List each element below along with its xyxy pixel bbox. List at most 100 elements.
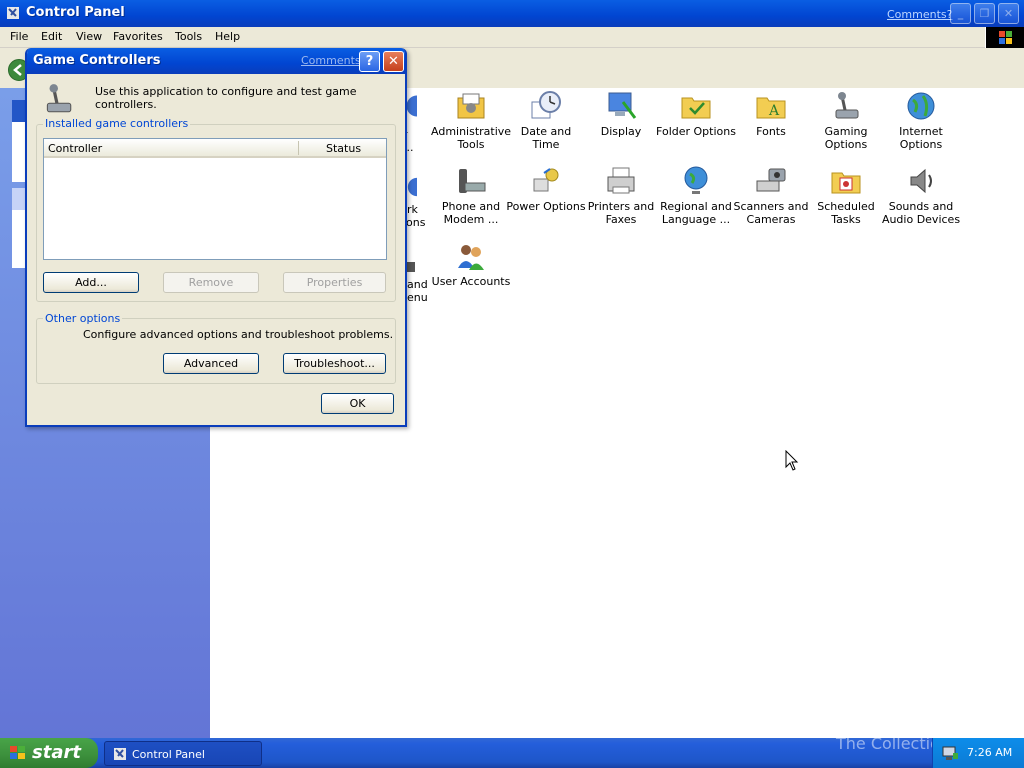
close-icon: ✕ — [1003, 7, 1014, 20]
power-icon — [533, 168, 559, 192]
icon-label: Power Options — [506, 200, 586, 213]
maximize-button[interactable]: ❐ — [974, 3, 995, 24]
icon-label: User Accounts — [431, 275, 511, 288]
main-titlebar[interactable]: Control Panel Comments? _ ❐ ✕ — [0, 0, 1024, 27]
troubleshoot-button[interactable]: Troubleshoot... — [283, 353, 386, 374]
icon-label: Phone and Modem ... — [441, 200, 501, 226]
close-icon: ✕ — [388, 54, 399, 69]
main-window-title: Control Panel — [26, 5, 125, 20]
restore-icon: ❐ — [979, 7, 990, 20]
taskbar-item-label: Control Panel — [132, 748, 205, 761]
fonts-folder-icon: A — [756, 97, 786, 119]
icon-folder-options[interactable]: Folder Options — [656, 90, 736, 138]
users-icon — [458, 245, 484, 270]
icon-printers-and-faxes[interactable]: Printers and Faxes — [581, 165, 661, 226]
properties-button[interactable]: Properties — [283, 272, 386, 293]
control-panel-icon — [7, 7, 19, 19]
icon-user-accounts[interactable]: User Accounts — [431, 240, 511, 288]
advanced-button[interactable]: Advanced — [163, 353, 259, 374]
display-icon — [608, 92, 637, 119]
globe-icon — [907, 92, 935, 120]
menu-bar: File Edit View Favorites Tools Help — [0, 27, 1024, 48]
icon-regional-and-language[interactable]: Regional and Language ... — [656, 165, 736, 226]
icon-phone-and-modem[interactable]: Phone and Modem ... — [431, 165, 511, 226]
clock-icon — [531, 91, 561, 119]
menu-view[interactable]: View — [76, 30, 102, 43]
menu-tools[interactable]: Tools — [175, 30, 202, 43]
icon-label: Printers and Faxes — [587, 200, 655, 226]
clock[interactable]: 7:26 AM — [967, 746, 1012, 759]
icon-label: Folder Options — [656, 125, 736, 138]
network-icon[interactable] — [941, 745, 959, 761]
icon-label: Date and Time — [520, 125, 572, 151]
list-header: Controller Status — [44, 139, 386, 158]
partial-label: rk — [407, 203, 418, 216]
windows-logo-icon — [985, 27, 1024, 48]
menu-file[interactable]: File — [10, 30, 28, 43]
icon-display[interactable]: Display — [581, 90, 661, 138]
add-button[interactable]: Add... — [43, 272, 139, 293]
other-group-label: Other options — [43, 312, 123, 325]
column-controller[interactable]: Controller — [48, 142, 102, 155]
icon-administrative-tools[interactable]: Administrative Tools — [431, 90, 511, 151]
system-tray: 7:26 AM — [932, 738, 1024, 768]
icon-sounds-and-audio[interactable]: Sounds and Audio Devices — [881, 165, 961, 226]
menu-edit[interactable]: Edit — [41, 30, 62, 43]
icon-date-and-time[interactable]: Date and Time — [506, 90, 586, 151]
mouse-cursor-icon — [785, 450, 799, 471]
icon-label: Fonts — [756, 125, 786, 138]
scanner-icon — [756, 168, 786, 192]
icon-label: Display — [600, 125, 642, 138]
icon-label: Sounds and Audio Devices — [881, 200, 961, 226]
menu-favorites[interactable]: Favorites — [113, 30, 163, 43]
start-label: start — [32, 742, 81, 763]
icon-label: Scheduled Tasks — [817, 200, 875, 226]
icon-internet-options[interactable]: Internet Options — [881, 90, 961, 151]
folder-icon — [681, 97, 711, 119]
other-options-text: Configure advanced options and troublesh… — [83, 328, 394, 341]
windows-flag-icon — [10, 746, 25, 759]
joystick-icon — [835, 92, 859, 119]
dialog-titlebar[interactable]: Game Controllers Comments? ? ✕ — [27, 48, 405, 74]
help-icon: ? — [365, 54, 374, 69]
svg-text:A: A — [768, 103, 780, 119]
printer-icon — [607, 167, 635, 194]
help-button[interactable]: ? — [359, 51, 380, 72]
installed-group-label: Installed game controllers — [43, 117, 191, 130]
minimize-button[interactable]: _ — [950, 3, 971, 24]
admin-tools-icon — [457, 93, 485, 119]
icon-power-options[interactable]: Power Options — [506, 165, 586, 213]
partial-label: and — [407, 278, 428, 291]
icon-label: Gaming Options — [824, 125, 868, 151]
remove-button[interactable]: Remove — [163, 272, 259, 293]
dialog-close-button[interactable]: ✕ — [383, 51, 404, 72]
globe-stand-icon — [684, 166, 708, 194]
controllers-list[interactable]: Controller Status — [43, 138, 387, 260]
joystick-icon — [46, 84, 72, 113]
icon-label: Administrative Tools — [431, 125, 512, 151]
column-status[interactable]: Status — [326, 142, 361, 155]
icon-scheduled-tasks[interactable]: Scheduled Tasks — [806, 165, 886, 226]
start-button[interactable]: start — [0, 738, 98, 768]
control-panel-icon — [114, 748, 126, 760]
phone-icon — [459, 169, 486, 193]
ok-button[interactable]: OK — [321, 393, 394, 414]
dialog-description: Use this application to configure and te… — [95, 85, 357, 111]
task-folder-icon — [831, 172, 861, 194]
dialog-comments-link[interactable]: Comments? — [301, 54, 366, 67]
icon-gaming-options[interactable]: Gaming Options — [806, 90, 886, 151]
main-comments-link[interactable]: Comments? — [887, 8, 952, 21]
minimize-icon: _ — [957, 7, 964, 20]
main-close-button[interactable]: ✕ — [998, 3, 1019, 24]
icon-label: Scanners and Cameras — [733, 200, 809, 226]
menu-help[interactable]: Help — [215, 30, 240, 43]
icon-label: Internet Options — [899, 125, 943, 151]
icon-scanners-and-cameras[interactable]: Scanners and Cameras — [731, 165, 811, 226]
icon-label: Regional and Language ... — [660, 200, 732, 226]
dialog-title: Game Controllers — [33, 53, 161, 68]
taskbar-item-control-panel[interactable]: Control Panel — [104, 741, 262, 766]
column-divider[interactable] — [298, 141, 299, 155]
icon-fonts[interactable]: A Fonts — [731, 90, 811, 138]
game-controllers-dialog: Game Controllers Comments? ? ✕ Use this … — [25, 48, 407, 427]
speaker-icon — [910, 168, 932, 194]
